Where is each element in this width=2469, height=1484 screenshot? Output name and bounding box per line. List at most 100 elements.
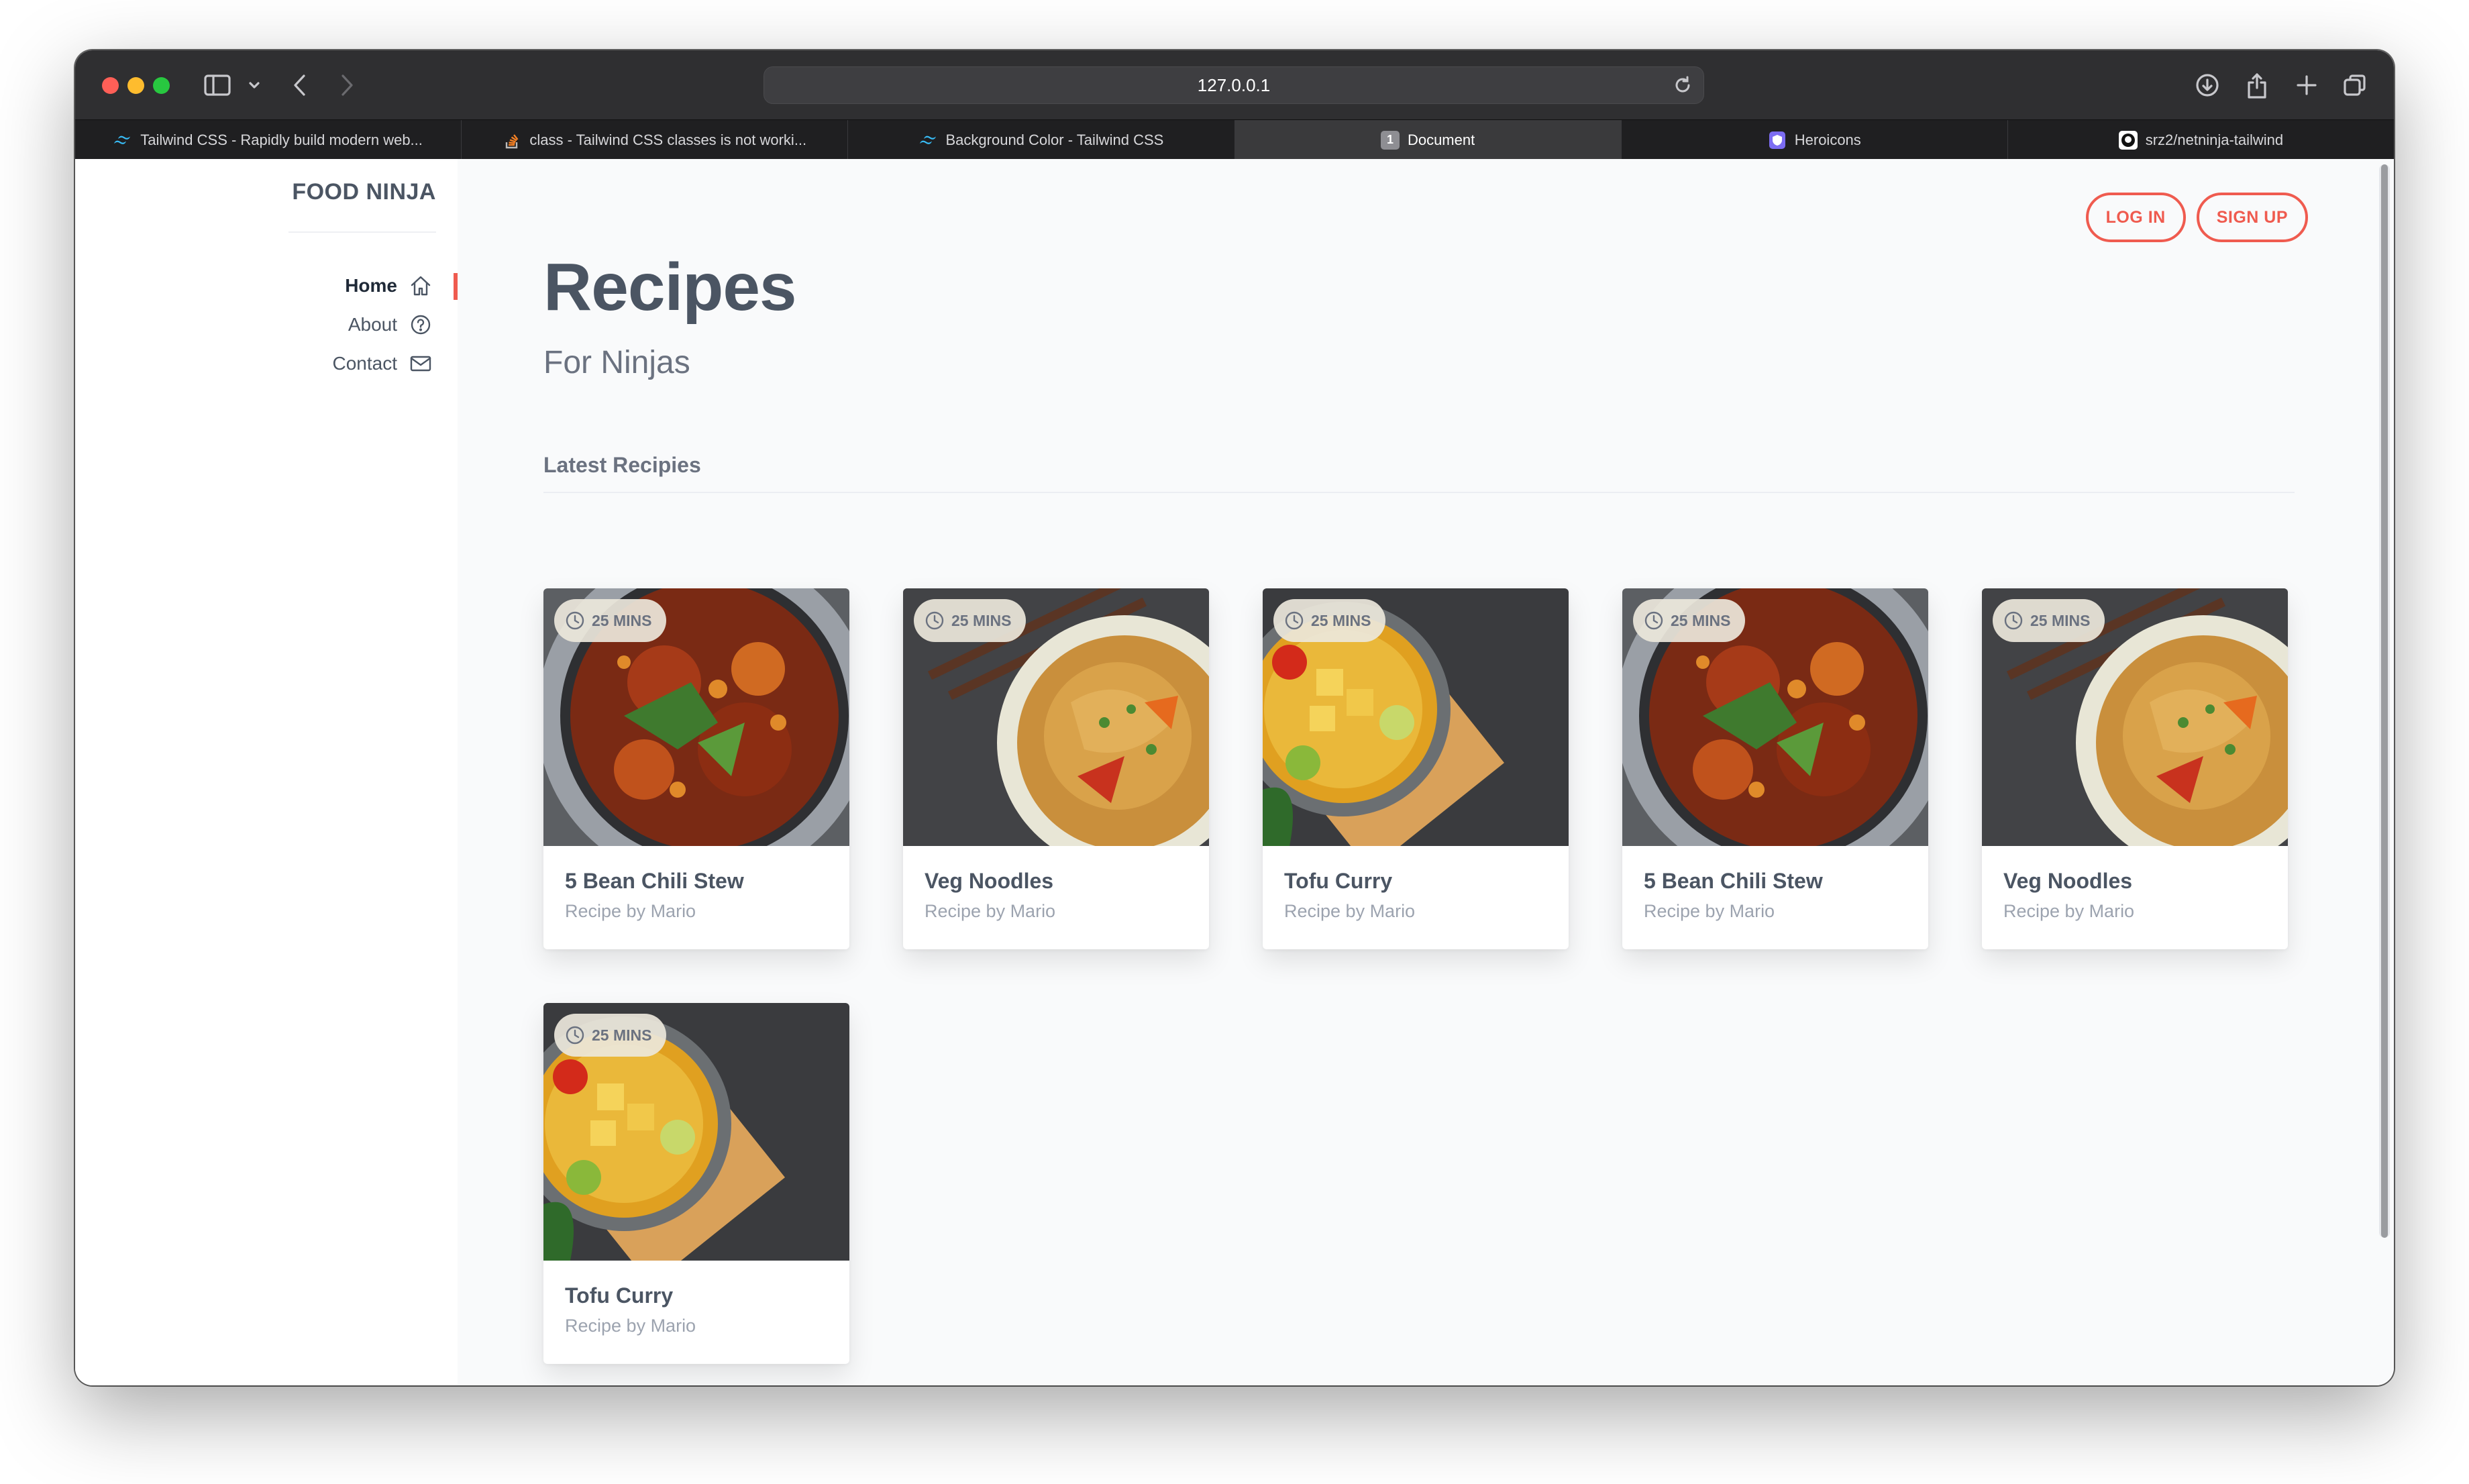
browser-toolbar: 127.0.0.1 xyxy=(75,50,2394,119)
recipe-author: Recipe by Mario xyxy=(925,901,1056,921)
new-tab-icon[interactable] xyxy=(2296,70,2317,100)
nav-label: About xyxy=(348,314,397,335)
recipe-card[interactable]: 25 MINS Tofu Curry Recipe by Mario xyxy=(543,1003,849,1364)
forward-icon[interactable] xyxy=(339,70,354,100)
stackoverflow-icon xyxy=(503,131,521,150)
time-badge: 25 MINS xyxy=(1633,599,1746,642)
nav-item-about[interactable]: About xyxy=(333,305,458,344)
time-label: 25 MINS xyxy=(1671,611,1731,629)
address-bar[interactable]: 127.0.0.1 xyxy=(764,66,1704,104)
home-icon xyxy=(409,274,432,297)
nav-item-contact[interactable]: Contact xyxy=(333,344,458,383)
tab-background-color[interactable]: Background Color - Tailwind CSS xyxy=(848,120,1235,160)
time-label: 25 MINS xyxy=(592,611,652,629)
login-button[interactable]: LOG IN xyxy=(2085,193,2186,242)
back-icon[interactable] xyxy=(293,70,307,100)
section-heading: Latest Recipies xyxy=(543,453,701,477)
brand-divider xyxy=(288,231,436,233)
downloads-icon[interactable] xyxy=(2195,70,2219,100)
clock-icon xyxy=(925,611,944,630)
recipe-title: Veg Noodles xyxy=(925,869,1054,893)
recipe-author: Recipe by Mario xyxy=(2003,901,2135,921)
auth-buttons: LOG IN SIGN UP xyxy=(2085,193,2308,242)
recipe-card[interactable]: 25 MINS Tofu Curry Recipe by Mario xyxy=(1263,588,1569,949)
scrollbar-thumb[interactable] xyxy=(2381,164,2388,1238)
recipe-author: Recipe by Mario xyxy=(1284,901,1416,921)
clock-icon xyxy=(566,611,584,630)
recipe-title: Veg Noodles xyxy=(2003,869,2133,893)
time-label: 25 MINS xyxy=(592,1026,652,1044)
chevron-down-icon[interactable] xyxy=(248,70,260,100)
sidebar-nav: Home About Contact xyxy=(333,266,458,383)
recipe-card[interactable]: 25 MINS 5 Bean Chili Stew Recipe by Mari… xyxy=(1622,588,1928,949)
tab-stackoverflow[interactable]: class - Tailwind CSS classes is not work… xyxy=(462,120,849,160)
recipe-image-veg-noodles: 25 MINS xyxy=(903,588,1209,846)
close-window-button[interactable] xyxy=(102,77,119,94)
tab-title: Heroicons xyxy=(1794,131,1861,148)
tab-title: Tailwind CSS - Rapidly build modern web.… xyxy=(140,131,423,148)
web-page: FOOD NINJA Home About Contact LOG IN SIG… xyxy=(75,159,2394,1385)
recipe-card[interactable]: 25 MINS Veg Noodles Recipe by Mario xyxy=(903,588,1209,949)
recipe-image-chili-stew: 25 MINS xyxy=(543,588,849,846)
recipe-image-veg-noodles: 25 MINS xyxy=(1982,588,2288,846)
clock-icon xyxy=(1644,611,1663,630)
recipe-image-tofu-curry: 25 MINS xyxy=(1263,588,1569,846)
minimize-window-button[interactable] xyxy=(127,77,144,94)
tab-title: class - Tailwind CSS classes is not work… xyxy=(529,131,807,148)
clock-icon xyxy=(566,1026,584,1045)
time-label: 25 MINS xyxy=(951,611,1012,629)
nav-label: Contact xyxy=(332,353,398,374)
heroicons-shield-icon xyxy=(1768,131,1787,150)
recipe-title: Tofu Curry xyxy=(565,1283,674,1308)
time-badge: 25 MINS xyxy=(914,599,1027,642)
section-divider xyxy=(543,492,2295,493)
tab-tailwind-home[interactable]: Tailwind CSS - Rapidly build modern web.… xyxy=(75,120,462,160)
share-icon[interactable] xyxy=(2246,70,2268,100)
nav-item-home[interactable]: Home xyxy=(333,266,458,305)
question-circle-icon xyxy=(409,313,432,336)
tailwind-icon xyxy=(113,131,132,150)
page-title: Recipes xyxy=(543,250,797,325)
reload-icon[interactable] xyxy=(1673,75,1693,100)
tailwind-icon xyxy=(919,131,938,150)
clock-icon xyxy=(2004,611,2023,630)
recipe-author: Recipe by Mario xyxy=(1644,901,1775,921)
nav-label: Home xyxy=(345,275,397,296)
sidebar: FOOD NINJA Home About Contact xyxy=(75,159,458,1385)
mail-icon xyxy=(409,352,432,375)
recipe-card[interactable]: 25 MINS 5 Bean Chili Stew Recipe by Mari… xyxy=(543,588,849,949)
zoom-window-button[interactable] xyxy=(153,77,170,94)
recipe-card[interactable]: 25 MINS Veg Noodles Recipe by Mario xyxy=(1982,588,2288,949)
tab-github[interactable]: srz2/netninja-tailwind xyxy=(2008,120,2394,160)
time-badge: 25 MINS xyxy=(1273,599,1386,642)
signup-button[interactable]: SIGN UP xyxy=(2196,193,2308,242)
recipe-title: Tofu Curry xyxy=(1284,869,1393,893)
browser-window: 127.0.0.1 Tailwind CSS - Rapidly build m… xyxy=(75,50,2394,1385)
brand-logo[interactable]: FOOD NINJA xyxy=(292,179,436,205)
clock-icon xyxy=(1285,611,1304,630)
page-subtitle: For Ninjas xyxy=(543,345,690,380)
recipe-title: 5 Bean Chili Stew xyxy=(565,869,744,893)
tab-heroicons[interactable]: Heroicons xyxy=(1622,120,2008,160)
time-badge: 25 MINS xyxy=(554,599,667,642)
time-badge: 25 MINS xyxy=(1993,599,2105,642)
tab-title: Background Color - Tailwind CSS xyxy=(945,131,1164,148)
tab-title: srz2/netninja-tailwind xyxy=(2145,131,2284,148)
recipe-author: Recipe by Mario xyxy=(565,1316,696,1336)
url-text: 127.0.0.1 xyxy=(1197,74,1271,95)
time-label: 25 MINS xyxy=(1311,611,1371,629)
tab-overview-icon[interactable] xyxy=(2343,70,2367,100)
recipe-author: Recipe by Mario xyxy=(565,901,696,921)
tab-strip: Tailwind CSS - Rapidly build modern web.… xyxy=(75,119,2394,160)
recipe-title: 5 Bean Chili Stew xyxy=(1644,869,1823,893)
recipe-image-tofu-curry: 25 MINS xyxy=(543,1003,849,1261)
document-number-icon: 1 xyxy=(1380,130,1400,150)
tab-document[interactable]: 1 Document xyxy=(1234,120,1622,160)
time-badge: 25 MINS xyxy=(554,1014,667,1057)
recipe-image-chili-stew: 25 MINS xyxy=(1622,588,1928,846)
github-icon xyxy=(2118,130,2138,150)
tab-title: Document xyxy=(1407,131,1475,148)
vertical-scrollbar[interactable] xyxy=(2379,164,2390,1238)
sidebar-toggle-icon[interactable] xyxy=(204,70,231,100)
time-label: 25 MINS xyxy=(2030,611,2091,629)
